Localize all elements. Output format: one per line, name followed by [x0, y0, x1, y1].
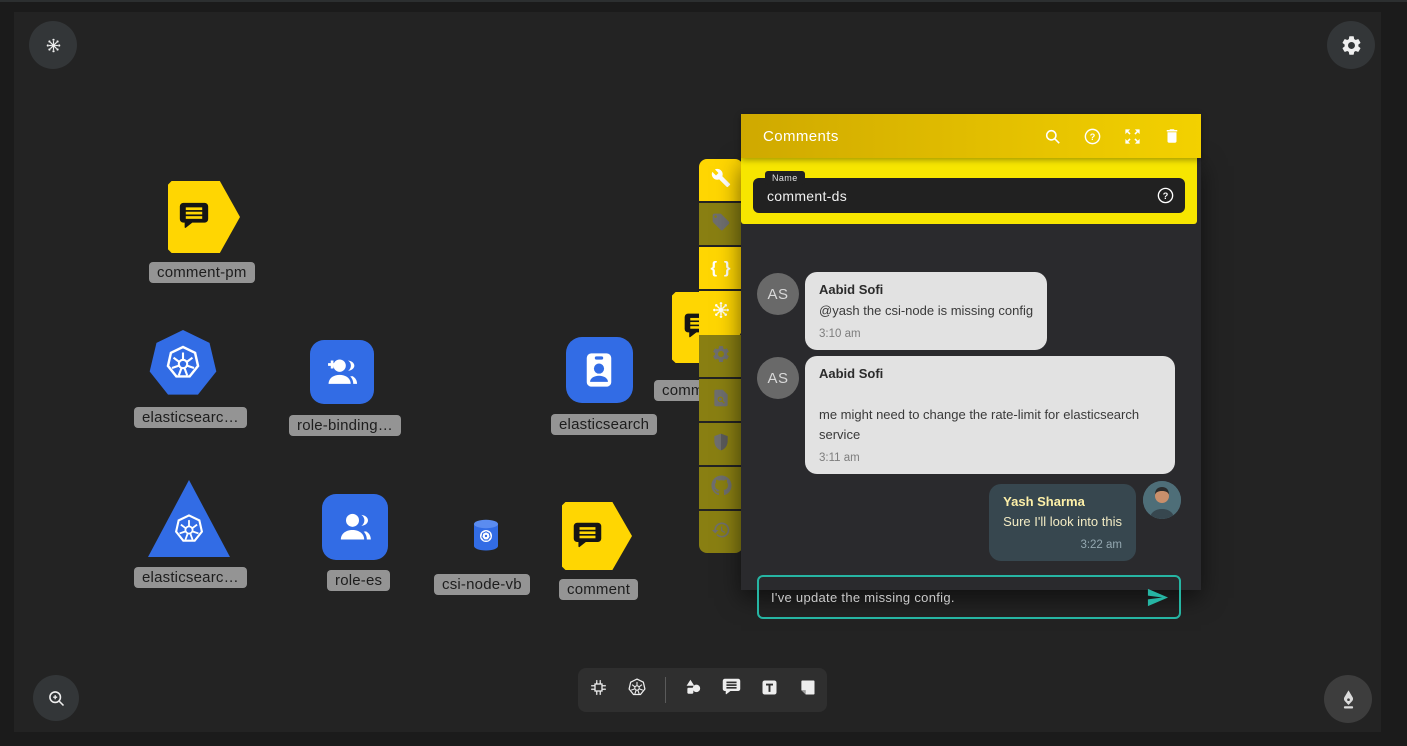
braces-icon: { } — [711, 258, 732, 278]
message-time: 3:11 am — [819, 452, 1161, 464]
comment-composer — [757, 575, 1181, 619]
kubernetes-tool[interactable] — [626, 677, 648, 704]
message-time: 3:22 am — [1003, 539, 1122, 551]
node-role-binding[interactable] — [310, 340, 374, 404]
history-icon — [711, 520, 731, 545]
tag-icon — [711, 212, 731, 237]
node-label: role-binding… — [289, 415, 401, 436]
avatar-photo — [1143, 481, 1181, 519]
application-window: { "colors": { "canvas_bg": "#232323", "f… — [0, 0, 1407, 746]
shapes-tool[interactable] — [683, 677, 704, 703]
wrench-icon — [711, 168, 731, 193]
zoom-in-icon — [46, 688, 67, 709]
message-text: me might need to change the rate-limit f… — [819, 405, 1161, 445]
node-label: elasticsearc… — [134, 567, 247, 588]
shield-icon — [711, 432, 731, 457]
svg-text:?: ? — [1090, 131, 1096, 141]
toolbar-kubernetes-button[interactable] — [699, 291, 743, 333]
pen-tool-button[interactable] — [1324, 675, 1372, 723]
message-text: @yash the csi-node is missing config — [819, 301, 1033, 321]
github-icon — [711, 475, 732, 501]
send-button[interactable] — [1146, 586, 1179, 609]
avatar: AS — [757, 357, 799, 399]
help-icon[interactable]: ? — [1156, 186, 1175, 205]
name-field-section: Name ? — [741, 158, 1197, 224]
node-label: role-es — [327, 570, 390, 591]
toolbar-history-button[interactable] — [699, 511, 743, 553]
name-input[interactable] — [753, 188, 1156, 204]
pen-nib-icon — [1337, 688, 1360, 711]
toolbar-settings-button[interactable] — [699, 335, 743, 377]
node-label: elasticsearch — [551, 414, 657, 435]
component-tool[interactable] — [588, 677, 609, 703]
kubernetes-icon — [626, 677, 648, 704]
message-bubble: Aabid Sofi @yash the csi-node is missing… — [805, 272, 1047, 350]
name-field-label: Name — [765, 171, 805, 185]
gear-icon — [711, 344, 731, 369]
note-icon — [797, 677, 818, 703]
toolbar-doc-search-button[interactable] — [699, 379, 743, 421]
expand-icon[interactable] — [1123, 127, 1142, 146]
flower-icon — [44, 36, 63, 55]
comments-panel-header[interactable]: Comments ? — [741, 114, 1201, 158]
panel-title: Comments — [741, 128, 839, 145]
comment-input[interactable] — [759, 589, 1146, 606]
node-action-toolbar: { } — [699, 159, 743, 553]
gear-icon — [1340, 34, 1363, 57]
message-author: Aabid Sofi — [819, 366, 1161, 381]
shape-palette-toolbar — [578, 668, 827, 712]
node-label: comment-pm — [149, 262, 255, 283]
node-label: csi-node-vb — [434, 574, 530, 595]
toolbar-github-button[interactable] — [699, 467, 743, 509]
toolbar-tag-button[interactable] — [699, 203, 743, 245]
doc-search-icon — [711, 388, 731, 413]
node-label: elasticsearc… — [134, 407, 247, 428]
toolbar-divider — [665, 677, 666, 703]
trash-icon[interactable] — [1163, 127, 1181, 145]
help-icon[interactable]: ? — [1083, 127, 1102, 146]
message-text: Sure I'll look into this — [1003, 512, 1122, 532]
comment-tool[interactable] — [721, 677, 742, 703]
message-bubble: Aabid Sofi me might need to change the r… — [805, 356, 1175, 474]
node-csi-node-vb[interactable] — [471, 518, 501, 552]
send-icon — [1146, 586, 1169, 609]
toolbar-shield-button[interactable] — [699, 423, 743, 465]
avatar: AS — [757, 273, 799, 315]
message-author: Yash Sharma — [1003, 494, 1122, 509]
component-icon — [588, 677, 609, 703]
text-tool-icon — [759, 677, 780, 703]
search-icon[interactable] — [1043, 127, 1062, 146]
toolbar-configure-button[interactable] — [699, 159, 743, 201]
settings-button[interactable] — [1327, 21, 1375, 69]
shapes-icon — [683, 677, 704, 703]
node-role-es[interactable] — [322, 494, 388, 560]
note-tool[interactable] — [797, 677, 818, 703]
comment-icon — [721, 677, 742, 703]
zoom-button[interactable] — [33, 675, 79, 721]
message-author: Aabid Sofi — [819, 282, 1033, 297]
comments-panel: AS Aabid Sofi @yash the csi-node is miss… — [741, 114, 1201, 590]
svg-text:?: ? — [1163, 191, 1169, 201]
toolbar-json-button[interactable]: { } — [699, 247, 743, 289]
message-bubble: Yash Sharma Sure I'll look into this 3:2… — [989, 484, 1136, 561]
node-label: comment — [559, 579, 638, 600]
message-time: 3:10 am — [819, 328, 1033, 340]
node-elasticsearch-serviceaccount[interactable] — [566, 337, 633, 403]
name-field: Name ? — [753, 178, 1185, 213]
app-menu-button[interactable] — [29, 21, 77, 69]
text-tool[interactable] — [759, 677, 780, 703]
kubernetes-icon — [710, 299, 732, 326]
